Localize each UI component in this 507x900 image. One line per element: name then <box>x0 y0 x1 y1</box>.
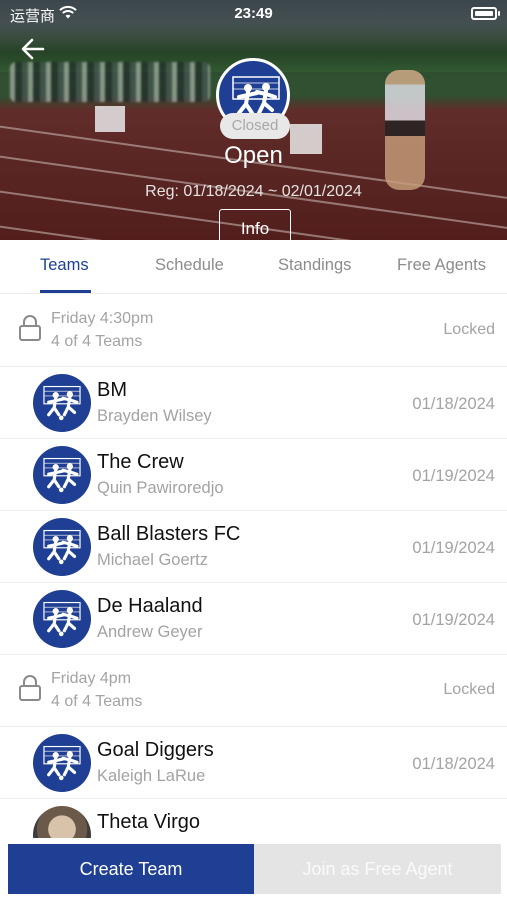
lock-icon <box>19 675 41 701</box>
team-name: Goal Diggers <box>97 739 214 761</box>
team-avatar <box>33 734 91 792</box>
team-captain: Kaleigh LaRue <box>97 767 206 785</box>
back-arrow-icon[interactable] <box>18 35 48 63</box>
soccer-players-icon <box>43 529 81 565</box>
team-name: Ball Blasters FC <box>97 523 241 545</box>
team-avatar <box>33 374 91 432</box>
division-team-count: 4 of 4 Teams <box>51 333 143 350</box>
tab-teams[interactable]: Teams <box>40 256 89 275</box>
team-join-date: 01/19/2024 <box>412 467 495 485</box>
league-title: Open <box>224 142 283 169</box>
team-captain: Michael Goertz <box>97 551 208 569</box>
tab-free-agents[interactable]: Free Agents <box>397 256 486 275</box>
team-row[interactable]: BM Brayden Wilsey 01/18/2024 <box>0 367 507 439</box>
team-name: BM <box>97 379 127 401</box>
tab-schedule[interactable]: Schedule <box>155 256 224 275</box>
create-team-button[interactable]: Create Team <box>8 844 254 894</box>
team-row[interactable]: Goal Diggers Kaleigh LaRue 01/18/2024 <box>0 727 507 799</box>
soccer-players-icon <box>43 385 81 421</box>
team-row[interactable]: De Haaland Andrew Geyer 01/19/2024 <box>0 583 507 655</box>
division-time: Friday 4:30pm <box>51 310 154 327</box>
join-free-agent-button[interactable]: Join as Free Agent <box>254 844 501 894</box>
lock-icon <box>19 315 41 341</box>
background-crowd <box>10 62 210 102</box>
info-button[interactable]: Info <box>219 209 291 240</box>
teams-list: Friday 4:30pm 4 of 4 Teams Locked BM Bra… <box>0 295 507 838</box>
active-tab-indicator <box>40 290 91 293</box>
soccer-players-icon <box>43 601 81 637</box>
team-captain: Brayden Wilsey <box>97 407 212 425</box>
background-runner <box>385 70 425 190</box>
team-avatar-photo <box>33 806 91 838</box>
team-join-date: 01/19/2024 <box>412 539 495 557</box>
division-header[interactable]: Friday 4:30pm 4 of 4 Teams Locked <box>0 295 507 367</box>
clock: 23:49 <box>234 5 273 22</box>
team-join-date: 01/18/2024 <box>412 395 495 413</box>
team-captain: Quin Pawiroredjo <box>97 479 224 497</box>
team-row[interactable]: Theta Virgo <box>0 799 507 838</box>
track-marker <box>95 106 125 132</box>
team-join-date: 01/18/2024 <box>412 755 495 773</box>
team-join-date: 01/19/2024 <box>412 611 495 629</box>
tab-standings[interactable]: Standings <box>278 256 351 275</box>
team-name: The Crew <box>97 451 184 473</box>
division-header[interactable]: Friday 4pm 4 of 4 Teams Locked <box>0 655 507 727</box>
registration-dates: Reg: 01/18/2024 ~ 02/01/2024 <box>145 183 362 200</box>
soccer-players-icon <box>43 457 81 493</box>
division-team-count: 4 of 4 Teams <box>51 693 143 710</box>
status-badge: Closed <box>220 113 290 139</box>
division-time: Friday 4pm <box>51 670 132 687</box>
soccer-players-icon <box>43 745 81 781</box>
team-name: De Haaland <box>97 595 203 617</box>
tab-bar: Teams Schedule Standings Free Agents <box>0 240 507 294</box>
header-banner: 运营商 23:49 Closed Open Reg: 01/18/2024 ~ … <box>0 0 507 240</box>
team-row[interactable]: The Crew Quin Pawiroredjo 01/19/2024 <box>0 439 507 511</box>
team-avatar <box>33 590 91 648</box>
battery-icon <box>471 7 500 20</box>
status-bar: 运营商 23:49 <box>0 0 507 28</box>
team-avatar <box>33 518 91 576</box>
team-avatar <box>33 446 91 504</box>
team-name: Theta Virgo <box>97 811 201 833</box>
division-status: Locked <box>443 681 495 698</box>
division-status: Locked <box>443 321 495 338</box>
action-bar: Create Team Join as Free Agent <box>0 838 507 900</box>
team-row[interactable]: Ball Blasters FC Michael Goertz 01/19/20… <box>0 511 507 583</box>
team-captain: Andrew Geyer <box>97 623 203 641</box>
